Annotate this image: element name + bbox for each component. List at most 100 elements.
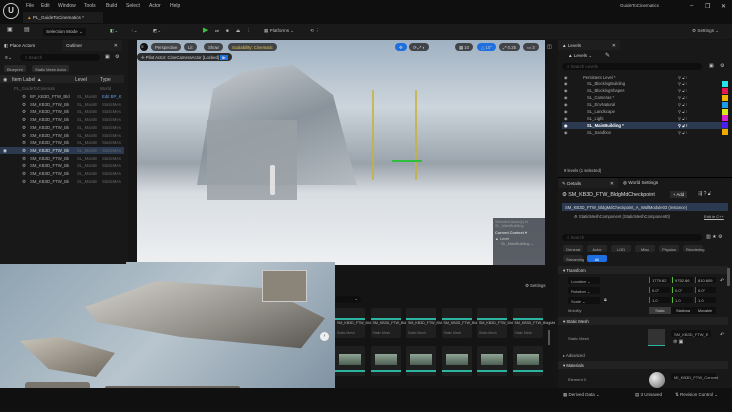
maximize-button[interactable]: ❐ bbox=[705, 3, 710, 10]
filter-general[interactable]: General bbox=[563, 245, 583, 252]
add-actor-icon[interactable]: ◧⌄ bbox=[110, 28, 118, 34]
show-button[interactable]: Show bbox=[204, 43, 223, 51]
add-folder-icon[interactable]: ▣ bbox=[709, 63, 714, 69]
asset-tile[interactable]: SM_KB3D_FTW_BldgMd Static Mesh bbox=[406, 308, 449, 338]
material-thumbnail[interactable] bbox=[649, 372, 665, 388]
menu-build[interactable]: Build bbox=[106, 3, 117, 9]
visibility-icon[interactable]: ◉ bbox=[564, 116, 568, 121]
rot-z-field[interactable]: 0.0° bbox=[695, 287, 716, 293]
minimize-button[interactable]: – bbox=[690, 3, 693, 9]
visibility-icon[interactable]: ◉ bbox=[564, 109, 568, 114]
scale-snap[interactable]: ⤢ 0.25 bbox=[499, 43, 521, 51]
edit-in-cpp-link[interactable]: Edit in C++ bbox=[704, 214, 724, 219]
reset-icon[interactable]: ↶ bbox=[720, 278, 724, 284]
component-row[interactable]: ⚙ StaticMeshComponent (StaticMeshCompone… bbox=[574, 214, 670, 219]
asset-tile[interactable] bbox=[370, 346, 401, 376]
search-input[interactable]: ⌕ Search bbox=[20, 54, 100, 61]
reset-icon[interactable]: ↶ bbox=[720, 332, 724, 338]
outliner-row[interactable]: ⚙ SM_KB3D_FTW_Bk SL_MainB StaticMes bbox=[0, 170, 124, 177]
camera-speed[interactable]: ▭ 3 bbox=[523, 43, 539, 51]
close-tab-icon[interactable]: ✕ bbox=[610, 181, 614, 187]
filter-actor[interactable]: Actor bbox=[587, 245, 607, 252]
eject-icon[interactable]: ⏏ bbox=[236, 28, 240, 34]
close-tab-icon[interactable]: ✕ bbox=[114, 43, 118, 49]
filter-blueprint[interactable]: Blueprint bbox=[4, 65, 26, 72]
filter-streaming[interactable]: Streaming bbox=[563, 255, 584, 262]
filter-physics[interactable]: Physics bbox=[659, 245, 679, 252]
content-icon[interactable]: ▤ bbox=[24, 26, 30, 33]
source-control-icon[interactable]: ⟲ ⋮ bbox=[310, 28, 320, 34]
levels-search-input[interactable]: ⌕ Search Levels bbox=[562, 63, 702, 70]
tab-levels[interactable]: ▲ Levels ✕ bbox=[558, 40, 620, 50]
filter-static-mesh-actor[interactable]: Static Mesh Actor bbox=[32, 65, 70, 72]
asset-tile[interactable]: SM_KB3D_FTW_BldgMd Static Mesh bbox=[477, 308, 520, 338]
derived-data-button[interactable]: ▦ Derived Data ⌄ bbox=[563, 392, 600, 398]
menu-window[interactable]: Window bbox=[58, 3, 76, 9]
level-color-swatch[interactable] bbox=[722, 87, 728, 94]
column-item-label[interactable]: Item Label ▲ bbox=[12, 77, 42, 83]
menu-actor[interactable]: Actor bbox=[149, 3, 161, 9]
blueprint-icons[interactable]: ⇶ ? 🔓︎ bbox=[698, 191, 711, 197]
transform-gizmo[interactable] bbox=[372, 90, 417, 180]
selection-mode-dropdown[interactable]: Selection Mode ⌄ bbox=[43, 28, 86, 36]
gizmo-axis-y[interactable] bbox=[392, 160, 422, 162]
revision-control-button[interactable]: ⇅ Revision Control ⌄ bbox=[675, 392, 718, 398]
asset-tile[interactable]: SM_KB3D_FTW_BldgMd Static Mesh bbox=[335, 308, 378, 338]
angle-snap[interactable]: △ 10° bbox=[477, 43, 496, 51]
level-color-swatch[interactable] bbox=[722, 101, 728, 108]
close-button[interactable]: ✕ bbox=[721, 3, 726, 10]
content-scrollbar[interactable] bbox=[548, 330, 550, 345]
edit-pencil-icon[interactable]: ✎ bbox=[605, 52, 610, 59]
mobility-static[interactable]: Static bbox=[649, 307, 671, 314]
lock-icon[interactable]: ⚲ 🔓︎ ⁝ bbox=[678, 81, 687, 86]
column-type[interactable]: Type bbox=[100, 77, 111, 83]
asset-tile[interactable] bbox=[441, 346, 472, 376]
more-options-icon[interactable]: ⋮ bbox=[246, 28, 251, 34]
level-color-swatch[interactable] bbox=[722, 122, 728, 129]
scl-x-field[interactable]: 1.0 bbox=[649, 297, 670, 303]
grid-snap[interactable]: ▦ 10 bbox=[455, 43, 474, 51]
browse-icons[interactable]: ⊖ ▣ bbox=[673, 339, 683, 345]
details-view-icons[interactable]: ▥ ★ ⚙ bbox=[706, 234, 722, 240]
materials-section[interactable]: ▾ Materials bbox=[558, 361, 728, 369]
loc-z-field[interactable]: 810.609 bbox=[695, 277, 716, 283]
outliner-row[interactable]: ⚙ BP_KB3D_FTW_Bld SL_MainB Edit BP_K bbox=[0, 93, 124, 100]
menu-select[interactable]: Select bbox=[126, 3, 140, 9]
filter-rendering[interactable]: Rendering bbox=[683, 245, 704, 252]
column-level[interactable]: Level bbox=[75, 77, 87, 83]
material-picker[interactable]: MI_KB3D_FTW_Concret bbox=[671, 373, 718, 380]
gear-icon[interactable]: ⚙ bbox=[115, 54, 119, 60]
cinematics-icon[interactable]: ◩⌄ bbox=[153, 28, 161, 34]
outliner-row[interactable]: ⚙ SM_KB3D_FTW_Bk SL_MainB StaticMes bbox=[0, 155, 124, 162]
world-row[interactable]: PL_GuideToCinemati World bbox=[0, 85, 124, 92]
add-component-button[interactable]: + Add bbox=[670, 191, 688, 198]
visibility-icon[interactable]: ◉ bbox=[564, 88, 568, 93]
level-color-swatch[interactable] bbox=[722, 80, 728, 87]
outliner-row[interactable]: ⚙ SM_KB3D_FTW_Bk SL_MainB StaticMes bbox=[0, 139, 124, 146]
stop-icon[interactable]: ■ bbox=[226, 28, 229, 33]
tab-details[interactable]: ✎ Details ✕ bbox=[558, 178, 618, 188]
asset-tile[interactable] bbox=[406, 346, 436, 376]
close-tab-icon[interactable]: ✕ bbox=[612, 43, 616, 49]
levels-dropdown[interactable]: ▲ Levels ⌄ bbox=[568, 53, 592, 59]
viewport-options-icon[interactable]: ◫ bbox=[547, 44, 552, 50]
location-dropdown[interactable]: Location ⌄ bbox=[568, 277, 600, 284]
lock-icon[interactable]: ⚲ 🔓︎ ⁝ bbox=[678, 109, 687, 114]
viewport-menu-icon[interactable]: ≡ bbox=[140, 43, 148, 51]
platforms-dropdown[interactable]: ▦ Platforms ⌄ bbox=[264, 28, 294, 34]
outliner-row[interactable]: ⚙ SM_KB3D_FTW_Bk SL_MainB StaticMes bbox=[0, 162, 124, 169]
scl-z-field[interactable]: 1.0 bbox=[695, 297, 716, 303]
mobility-toggle[interactable]: Static Stationa Movable bbox=[649, 307, 716, 314]
loc-y-field[interactable]: 9752.66 bbox=[672, 277, 693, 283]
level-color-swatch[interactable] bbox=[722, 129, 728, 136]
filter-misc[interactable]: Misc bbox=[635, 245, 655, 252]
skip-icon[interactable]: ⏭ bbox=[215, 28, 219, 33]
tab-world-settings[interactable]: ◍ World Settings bbox=[623, 180, 658, 186]
add-folder-icon[interactable]: ▣ bbox=[105, 54, 110, 60]
content-path-dropdown[interactable]: ⌄ bbox=[335, 296, 361, 303]
level-select[interactable]: SL_MainBuilding ⌄ bbox=[501, 241, 543, 246]
outliner-row[interactable]: ⚙ SM_KB3D_FTW_Bk SL_MainB StaticMes bbox=[0, 108, 124, 115]
level-color-swatch[interactable] bbox=[722, 108, 728, 115]
filter-icon[interactable]: ≡⌄ bbox=[5, 55, 12, 61]
asset-tile[interactable] bbox=[477, 346, 507, 376]
